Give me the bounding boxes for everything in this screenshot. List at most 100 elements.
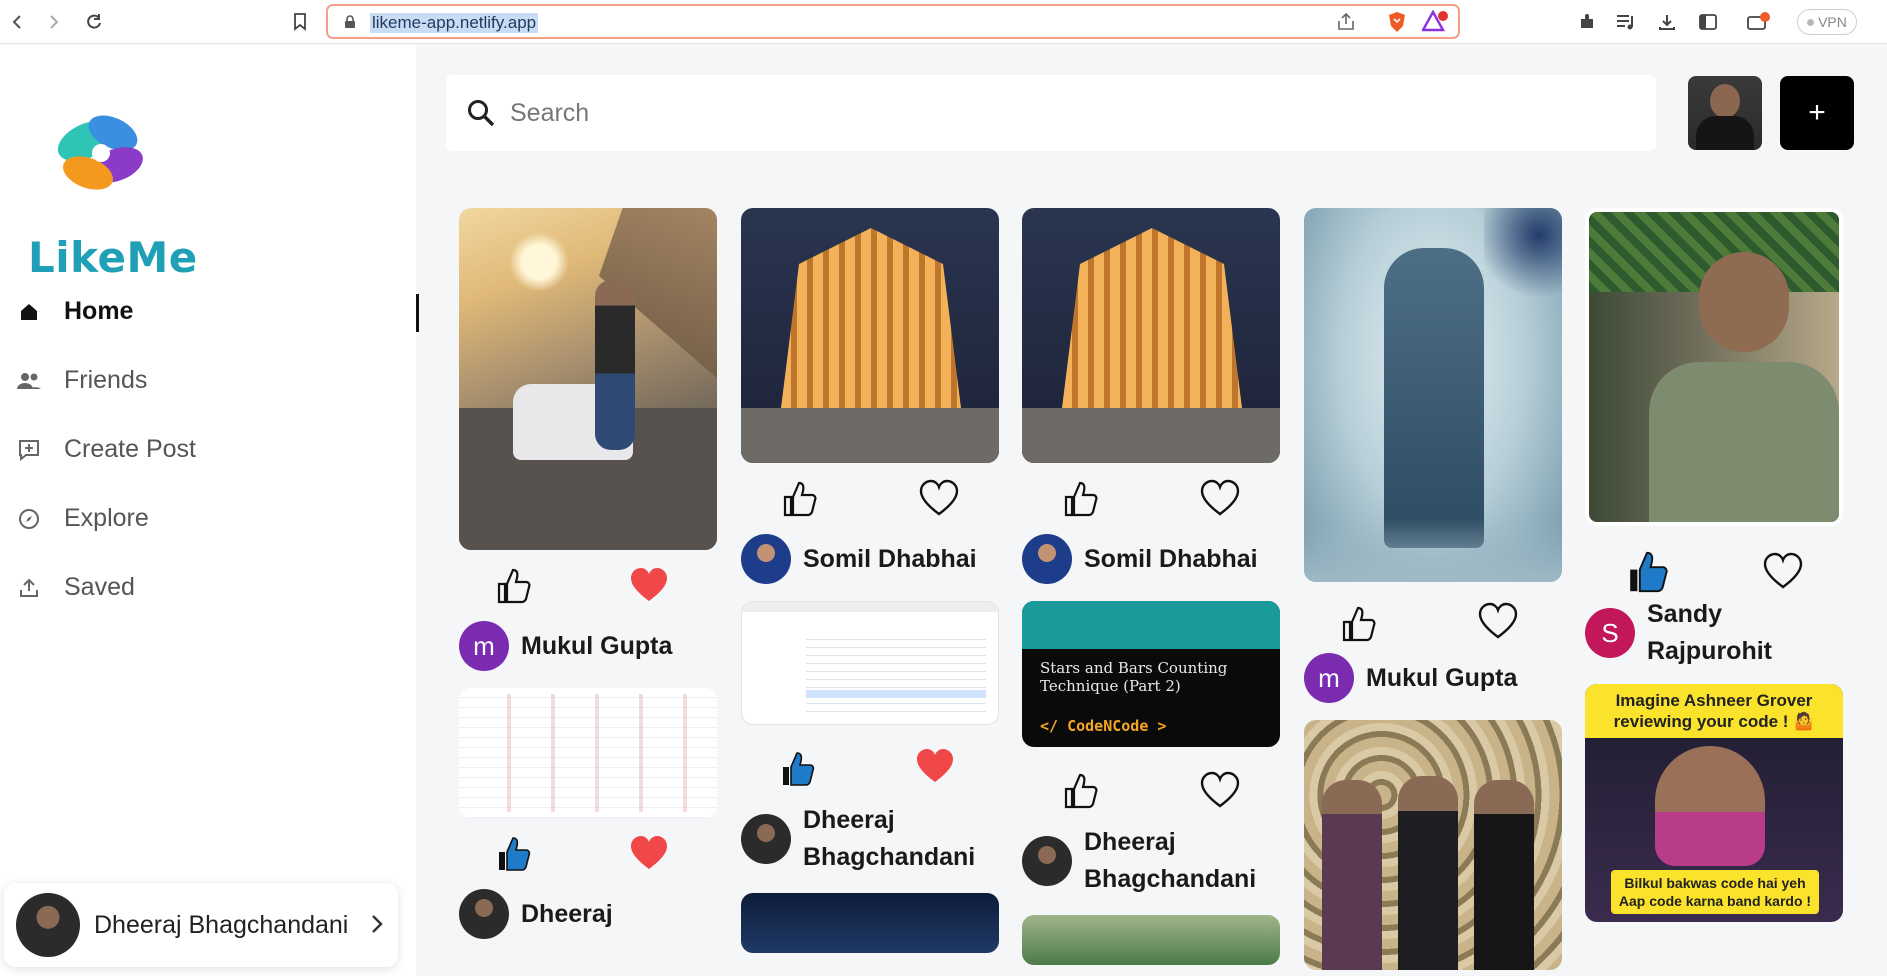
sidebar-item-create-post[interactable]: Create Post xyxy=(16,415,416,484)
post-image[interactable] xyxy=(1304,720,1562,970)
wallet-icon[interactable] xyxy=(1746,10,1770,34)
share-icon[interactable] xyxy=(1336,12,1358,37)
author-name: Mukul Gupta xyxy=(1366,663,1518,692)
heart-icon[interactable] xyxy=(915,747,955,787)
mist-shape xyxy=(1304,518,1562,582)
post-image[interactable] xyxy=(459,688,717,818)
like-icon[interactable] xyxy=(1338,604,1378,644)
like-icon[interactable] xyxy=(493,566,533,606)
profile-name: Dheeraj Bhagchandani xyxy=(94,910,349,939)
statue-shape xyxy=(1384,248,1484,548)
sidebar-item-home[interactable]: Home xyxy=(16,277,419,346)
code-card-brand: </ CodeNCode > xyxy=(1040,717,1167,735)
post-actions xyxy=(1022,747,1280,823)
like-icon[interactable] xyxy=(1060,771,1100,811)
sidebar-item-saved[interactable]: Saved xyxy=(16,553,416,622)
search-icon xyxy=(468,100,495,127)
sidebar-item-friends[interactable]: Friends xyxy=(16,346,416,415)
sidebar-item-label: Saved xyxy=(64,573,135,601)
shirt-shape xyxy=(1649,362,1839,522)
post-image[interactable] xyxy=(1022,208,1280,463)
post-author[interactable]: m Mukul Gupta xyxy=(459,620,717,672)
media-icon[interactable] xyxy=(1614,10,1638,34)
storm-cloud-shape xyxy=(1484,208,1562,298)
heart-outline-icon[interactable] xyxy=(919,479,959,519)
code-card-title: Stars and Bars Counting Technique (Part … xyxy=(1040,659,1228,695)
heart-outline-icon[interactable] xyxy=(1200,479,1240,519)
sidebar-item-label: Create Post xyxy=(64,435,197,463)
table-screenshot-shape xyxy=(467,694,709,812)
brand-logo[interactable]: LikeMe xyxy=(28,103,197,283)
person-shape xyxy=(1655,746,1765,866)
like-filled-icon[interactable] xyxy=(493,834,533,874)
saved-icon xyxy=(16,575,42,601)
post-image[interactable]: Imagine Ashneer Grover reviewing your co… xyxy=(1585,684,1843,922)
home-icon xyxy=(16,299,42,325)
back-icon[interactable] xyxy=(6,10,30,34)
brave-shield-icon[interactable] xyxy=(1386,11,1408,38)
brave-rewards-icon[interactable] xyxy=(1420,9,1448,39)
feed-column-1: m Mukul Gupta Dheeraj xyxy=(459,208,717,956)
author-name: Somil Dhabhai xyxy=(803,544,977,573)
post-actions xyxy=(1304,582,1562,652)
feed-column-5: S Sandy Rajpurohit Imagine Ashneer Grove… xyxy=(1585,208,1843,922)
post-actions xyxy=(1585,526,1843,594)
bookmark-icon[interactable] xyxy=(288,10,312,34)
avatar: m xyxy=(1304,653,1354,703)
post-image[interactable] xyxy=(1304,208,1562,582)
post-image[interactable]: Stars and Bars Counting Technique (Part … xyxy=(1022,601,1280,747)
heart-icon[interactable] xyxy=(629,566,669,606)
user-avatar-button[interactable] xyxy=(1688,76,1762,150)
sidebar-toggle-icon[interactable] xyxy=(1696,10,1720,34)
screenshot-header-shape xyxy=(742,602,998,612)
sidebar-item-explore[interactable]: Explore xyxy=(16,484,416,553)
brand-name: LikeMe xyxy=(28,233,198,282)
post-image[interactable] xyxy=(741,893,999,953)
heart-outline-icon[interactable] xyxy=(1478,602,1518,642)
avatar-body xyxy=(1696,116,1754,150)
avatar: S xyxy=(1585,608,1635,658)
heart-outline-icon[interactable] xyxy=(1763,552,1803,592)
lock-icon xyxy=(345,15,355,28)
sidebar-menu: Home Friends Create Post Explore Saved xyxy=(16,277,419,622)
heart-icon[interactable] xyxy=(629,834,669,874)
post-author[interactable]: Somil Dhabhai xyxy=(1022,533,1280,585)
search-input[interactable] xyxy=(510,98,1610,128)
post-author[interactable]: Dheeraj Bhagchandani xyxy=(741,801,999,877)
address-bar[interactable]: likeme-app.netlify.app xyxy=(326,4,1460,39)
profile-card[interactable]: Dheeraj Bhagchandani xyxy=(4,883,398,967)
avatar: m xyxy=(459,621,509,671)
sun-shape xyxy=(509,232,569,292)
like-icon[interactable] xyxy=(1060,479,1100,519)
person-shape xyxy=(1474,780,1534,970)
post-author[interactable]: m Mukul Gupta xyxy=(1304,652,1562,704)
person-shape xyxy=(1398,776,1458,970)
highlight-row-shape xyxy=(806,690,986,698)
vpn-button[interactable]: VPN xyxy=(1797,9,1857,35)
post-author[interactable]: Dheeraj xyxy=(459,888,717,940)
extensions-icon[interactable] xyxy=(1575,10,1599,34)
like-icon[interactable] xyxy=(779,479,819,519)
like-filled-icon[interactable] xyxy=(777,749,817,789)
post-author[interactable]: S Sandy Rajpurohit xyxy=(1585,594,1843,672)
post-author[interactable]: Somil Dhabhai xyxy=(741,533,999,585)
download-icon[interactable] xyxy=(1655,10,1679,34)
post-image[interactable] xyxy=(459,208,717,550)
browser-toolbar: likeme-app.netlify.app VPN xyxy=(0,0,1887,44)
forward-icon[interactable] xyxy=(41,10,65,34)
post-image[interactable] xyxy=(741,208,999,463)
post-image[interactable] xyxy=(1022,915,1280,965)
reload-icon[interactable] xyxy=(82,10,106,34)
avatar xyxy=(741,534,791,584)
heart-outline-icon[interactable] xyxy=(1200,771,1240,811)
like-filled-icon[interactable] xyxy=(1623,548,1671,596)
balcony-shape xyxy=(741,408,999,463)
post-image[interactable] xyxy=(1585,208,1843,526)
post-author[interactable]: Dheeraj Bhagchandani xyxy=(1022,823,1280,899)
explore-icon xyxy=(16,506,42,532)
meme-bottom-text: Bilkul bakwas code hai yeh Aap code karn… xyxy=(1611,870,1819,914)
person-shape xyxy=(595,280,635,450)
add-post-button[interactable]: + xyxy=(1780,76,1854,150)
avatar xyxy=(1022,836,1072,886)
post-image[interactable] xyxy=(741,601,999,725)
